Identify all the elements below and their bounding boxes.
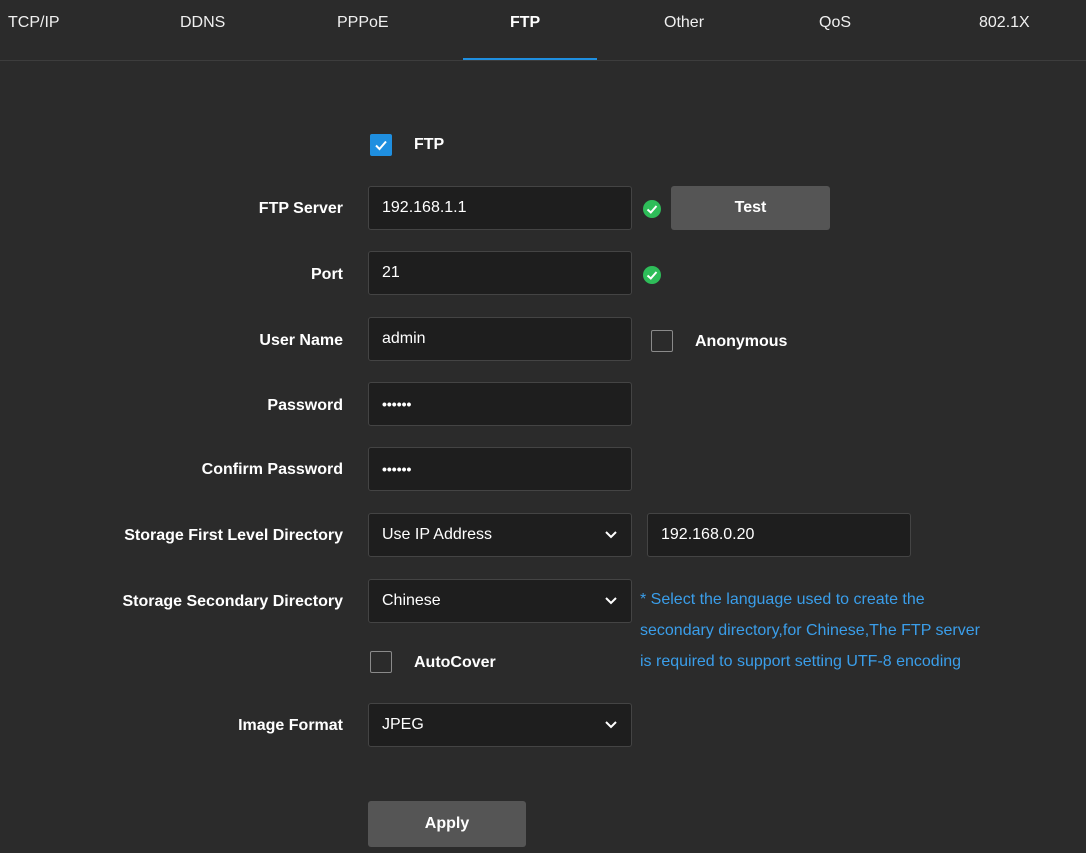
image-format-selected: JPEG [382, 716, 424, 733]
chevron-down-icon [605, 597, 617, 605]
note-line: * Select the language used to create the [640, 591, 925, 608]
check-icon [375, 140, 387, 151]
anonymous-checkbox[interactable] [651, 330, 673, 352]
password-label: Password [267, 397, 343, 414]
chevron-down-icon [605, 721, 617, 729]
note-line: is required to support setting UTF-8 enc… [640, 653, 962, 670]
storage-first-selected: Use IP Address [382, 526, 492, 543]
storage-secondary-label: Storage Secondary Directory [122, 593, 343, 610]
secondary-directory-note: * Select the language used to create the… [640, 584, 1070, 677]
apply-button[interactable]: Apply [368, 801, 526, 847]
autocover-checkbox[interactable] [370, 651, 392, 673]
storage-first-value-input[interactable]: 192.168.0.20 [647, 513, 911, 557]
tab-ddns[interactable]: DDNS [180, 14, 225, 32]
valid-check-icon [643, 200, 661, 218]
tab-qos[interactable]: QoS [819, 14, 851, 32]
tab-8021x[interactable]: 802.1X [979, 14, 1030, 32]
tab-other[interactable]: Other [664, 14, 704, 32]
ftp-server-input[interactable]: 192.168.1.1 [368, 186, 632, 230]
confirm-password-label: Confirm Password [201, 461, 343, 478]
port-label: Port [311, 266, 343, 283]
autocover-label: AutoCover [414, 654, 496, 671]
tab-pppoe[interactable]: PPPoE [337, 14, 389, 32]
anonymous-label: Anonymous [695, 333, 788, 350]
test-button[interactable]: Test [671, 186, 830, 230]
user-name-input[interactable]: admin [368, 317, 632, 361]
ftp-server-label: FTP Server [258, 200, 343, 217]
tab-tcpip[interactable]: TCP/IP [8, 14, 60, 32]
confirm-password-input[interactable]: •••••• [368, 447, 632, 491]
tab-bar: TCP/IP DDNS PPPoE FTP Other QoS 802.1X [0, 0, 1086, 61]
ftp-enable-label: FTP [414, 136, 445, 153]
note-line: secondary directory,for Chinese,The FTP … [640, 622, 980, 639]
active-tab-indicator [463, 58, 597, 60]
storage-secondary-select[interactable]: Chinese [368, 579, 632, 623]
storage-first-select[interactable]: Use IP Address [368, 513, 632, 557]
password-input[interactable]: •••••• [368, 382, 632, 426]
image-format-select[interactable]: JPEG [368, 703, 632, 747]
port-input[interactable]: 21 [368, 251, 632, 295]
chevron-down-icon [605, 531, 617, 539]
user-name-label: User Name [259, 332, 343, 349]
tab-ftp[interactable]: FTP [510, 14, 540, 32]
image-format-label: Image Format [238, 717, 343, 734]
storage-first-label: Storage First Level Directory [124, 527, 343, 544]
valid-check-icon [643, 266, 661, 284]
storage-secondary-selected: Chinese [382, 592, 441, 609]
ftp-enable-checkbox[interactable] [370, 134, 392, 156]
